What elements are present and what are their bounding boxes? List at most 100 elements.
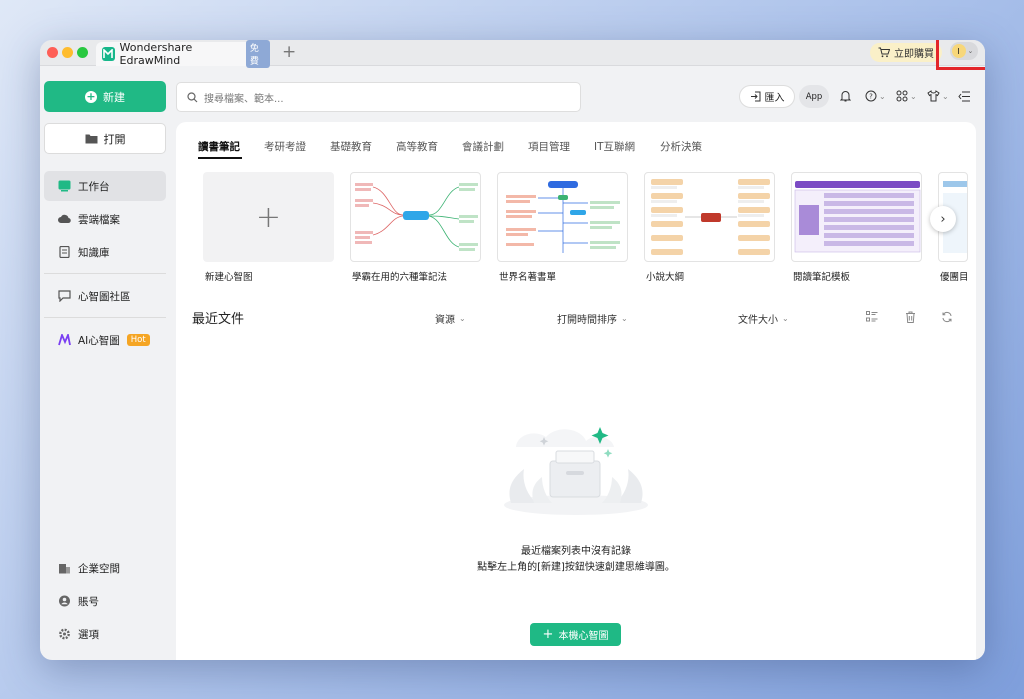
tab-it-internet[interactable]: IT互聯網 (594, 139, 635, 154)
template-card-book-list[interactable] (497, 172, 628, 262)
edrawmind-logo-icon (102, 47, 115, 61)
svg-text:?: ? (869, 93, 873, 101)
close-window-button[interactable] (47, 47, 58, 58)
theme-shirt-icon[interactable]: ⌄ (927, 89, 949, 103)
user-menu-highlight: I ⌄ (936, 40, 985, 70)
sidebar-item-workbench[interactable]: 工作台 (44, 171, 166, 201)
tab-reading-notes[interactable]: 讀書筆記 (198, 139, 240, 154)
recent-files-title: 最近文件 (192, 312, 245, 327)
active-tab-indicator (198, 157, 242, 159)
sidebar-item-label: 工作台 (78, 180, 110, 193)
plus-icon: + (542, 626, 554, 642)
hot-badge: Hot (126, 334, 150, 346)
empty-state-title: 最近檔案列表中沒有記錄 (521, 546, 631, 557)
template-label: 學霸在用的六種筆記法 (352, 272, 448, 283)
sidebar-item-enterprise[interactable]: 企業空間 (44, 553, 166, 583)
tab-meeting-plan[interactable]: 會議計劃 (462, 139, 504, 154)
template-label: 小說大綱 (646, 272, 685, 283)
sidebar-item-label: 企業空間 (78, 562, 120, 575)
template-label: 世界名著書單 (499, 272, 557, 283)
template-card-reading-notes[interactable] (791, 172, 922, 262)
sidebar-divider (44, 273, 166, 274)
sidebar-item-label: 知識庫 (78, 246, 110, 259)
cart-icon (878, 47, 890, 58)
trash-icon[interactable] (905, 311, 916, 326)
user-menu-button[interactable]: I ⌄ (949, 42, 978, 60)
minimize-window-button[interactable] (62, 47, 73, 58)
sidebar-item-options[interactable]: 選項 (44, 619, 166, 649)
template-thumbnail (794, 181, 921, 253)
refresh-icon[interactable] (941, 311, 953, 326)
sort-label: 打開時間排序 (557, 315, 617, 326)
open-button[interactable]: 打開 (44, 123, 166, 154)
source-filter-label: 資源 (435, 315, 455, 326)
local-mindmap-label: 本機心智圖 (558, 631, 609, 642)
title-bar: Wondershare EdrawMind 免費 + 立即購買 I ⌄ (40, 40, 985, 70)
template-card-six-notes[interactable] (350, 172, 481, 262)
file-size-dropdown[interactable]: 文件大小 ⌄ (738, 311, 789, 326)
tab-project-management[interactable]: 項目管理 (528, 139, 570, 154)
chevron-down-icon: ⌄ (621, 314, 628, 323)
sidebar-divider (44, 317, 166, 318)
app-button[interactable]: App (799, 85, 829, 108)
import-button[interactable]: 匯入 (739, 85, 795, 108)
file-size-label: 文件大小 (738, 315, 778, 326)
template-label: 優團目 (940, 272, 969, 283)
sidebar-item-ai-mindmap[interactable]: AI心智圖 Hot (44, 325, 166, 355)
template-thumbnail (355, 183, 478, 251)
book-icon (59, 246, 70, 258)
sidebar-item-account[interactable]: 賬号 (44, 586, 166, 616)
maximize-window-button[interactable] (77, 47, 88, 58)
carousel-next-button[interactable]: › (930, 206, 956, 232)
search-input[interactable]: 搜尋檔案、範本... (176, 82, 581, 112)
sidebar-item-community[interactable]: 心智圖社區 (44, 281, 166, 311)
chevron-down-icon: ⌄ (459, 314, 466, 323)
sidebar-item-cloud-files[interactable]: 雲端檔案 (44, 204, 166, 234)
empty-inbox-illustration (504, 427, 648, 515)
chevron-down-icon: ⌄ (782, 314, 789, 323)
help-icon[interactable]: ? ⌄ (865, 89, 886, 103)
sidebar-item-label: 賬号 (78, 595, 99, 608)
tab-basic-education[interactable]: 基礎教育 (330, 139, 372, 154)
sidebar-item-label: 心智圖社區 (78, 290, 131, 303)
template-label: 閱讀筆記模板 (793, 272, 851, 283)
template-card-blank[interactable]: + (203, 172, 334, 262)
buy-now-button[interactable]: 立即購買 (870, 43, 942, 62)
bell-icon[interactable] (840, 89, 851, 103)
new-button-label: 新建 (103, 90, 125, 104)
buy-now-label: 立即購買 (894, 49, 934, 60)
folder-icon (85, 134, 97, 144)
sidebar-item-knowledge-base[interactable]: 知識庫 (44, 237, 166, 267)
tab-title: Wondershare EdrawMind (119, 41, 193, 67)
app-tab[interactable]: Wondershare EdrawMind 免費 (96, 40, 270, 68)
template-label: 新建心智图 (205, 272, 253, 283)
cloud-icon (58, 214, 71, 224)
source-filter-dropdown[interactable]: 資源 ⌄ (435, 311, 466, 326)
workbench-icon (58, 180, 71, 192)
grid-apps-icon[interactable]: ⌄ (896, 89, 917, 103)
tab-higher-education[interactable]: 高等教育 (396, 139, 438, 154)
chevron-down-icon: ⌄ (967, 47, 974, 55)
search-placeholder: 搜尋檔案、範本... (204, 93, 284, 105)
sort-by-time-dropdown[interactable]: 打開時間排序 ⌄ (557, 311, 628, 326)
new-tab-icon[interactable]: + (282, 43, 296, 61)
user-icon (59, 595, 70, 607)
list-view-icon[interactable] (866, 311, 878, 325)
tab-exam-prep[interactable]: 考研考證 (264, 139, 306, 154)
tab-analysis-decision[interactable]: 分析決策 (660, 139, 702, 154)
avatar: I (951, 44, 966, 58)
building-icon (59, 564, 70, 574)
chat-icon (58, 290, 71, 302)
sidebar: + 新建 打開 工作台 雲端檔案 知識庫 心智圖社區 AI心智圖 Hot 企業空… (40, 67, 175, 660)
sidebar-item-label: AI心智圖 (78, 334, 120, 347)
local-mindmap-button[interactable]: + 本機心智圖 (530, 623, 621, 646)
chevron-right-icon: › (940, 211, 946, 227)
plus-circle-icon: + (85, 89, 97, 103)
free-badge: 免費 (245, 40, 270, 68)
template-thumbnail (506, 181, 620, 253)
ai-logo-icon (58, 334, 71, 346)
template-thumbnail (651, 179, 770, 255)
new-button[interactable]: + 新建 (44, 81, 166, 112)
template-card-novel-outline[interactable] (644, 172, 775, 262)
collapse-panel-icon[interactable] (958, 89, 970, 103)
